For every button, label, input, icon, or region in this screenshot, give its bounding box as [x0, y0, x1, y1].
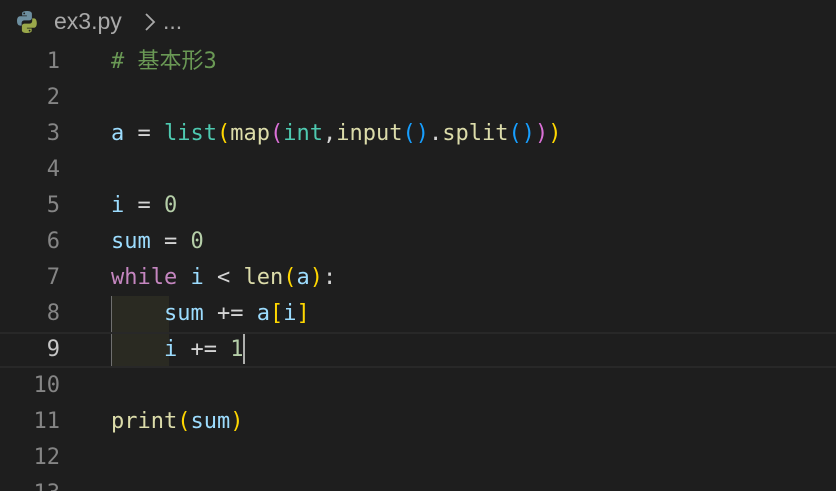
bracket-token: ( — [269, 121, 284, 146]
line-content: i += 1 — [111, 333, 246, 370]
operator-token: = — [150, 229, 191, 254]
bracket-token: ( — [283, 265, 297, 290]
variable-token: sum — [190, 409, 231, 434]
indent-token — [111, 337, 164, 362]
line-content: # 基本形3 — [111, 44, 217, 80]
bracket-token: [ — [269, 301, 284, 326]
line-number: 10 — [33, 373, 61, 398]
line-content: sum = 0 — [111, 224, 204, 260]
line-content: while i < len(a): — [111, 260, 336, 296]
function-token: map — [230, 121, 270, 146]
function-token: split — [442, 121, 509, 146]
builtin-token: list — [164, 121, 217, 146]
code-line[interactable]: 5 i = 0 — [0, 188, 836, 224]
line-number: 8 — [46, 301, 60, 326]
variable-token: a — [111, 121, 125, 146]
code-line[interactable]: 10 — [0, 368, 836, 404]
line-content: print(sum) — [111, 404, 243, 440]
bracket-token: ( — [508, 121, 522, 146]
line-number: 9 — [46, 337, 60, 362]
bracket-token: ] — [296, 301, 310, 326]
line-number: 3 — [46, 121, 60, 146]
python-icon — [17, 11, 37, 33]
keyword-token: while — [111, 265, 178, 290]
code-line[interactable]: 2 — [0, 80, 836, 116]
line-content: i = 0 — [111, 188, 177, 224]
line-content: sum += a[i] — [111, 296, 310, 332]
number-token: 0 — [164, 193, 178, 218]
text-cursor — [243, 333, 246, 364]
line-number: 7 — [46, 265, 60, 290]
line-number: 5 — [46, 193, 60, 218]
bracket-token: ( — [216, 121, 231, 146]
line-number: 6 — [46, 229, 60, 254]
bracket-token: ) — [534, 121, 549, 146]
number-token: 1 — [230, 337, 244, 362]
function-token: input — [336, 121, 403, 146]
code-line[interactable]: 11 print(sum) — [0, 404, 836, 440]
bracket-token: ) — [548, 121, 562, 146]
variable-token: a — [256, 301, 270, 326]
function-token: len — [243, 265, 284, 290]
line-number: 2 — [46, 85, 60, 110]
operator-token: < — [203, 265, 244, 290]
bracket-token: ) — [521, 121, 535, 146]
variable-token: i — [111, 193, 125, 218]
variable-token: a — [296, 265, 310, 290]
breadcrumb-more[interactable]: ... — [163, 8, 182, 35]
code-line[interactable]: 7 while i < len(a): — [0, 260, 836, 296]
current-code-line[interactable]: 9 i += 1 — [0, 332, 836, 368]
code-editor[interactable]: ex3.py ... 1 # 基本形3 2 3 a = list(map(int… — [0, 0, 836, 491]
breadcrumb: ex3.py ... — [0, 0, 836, 44]
code-line[interactable]: 3 a = list(map(int,input().split())) — [0, 116, 836, 152]
code-line[interactable]: 1 # 基本形3 — [0, 44, 836, 80]
breadcrumb-filename[interactable]: ex3.py — [54, 8, 122, 35]
code-line[interactable]: 12 — [0, 440, 836, 476]
bracket-token: ( — [177, 409, 191, 434]
variable-token: i — [283, 301, 297, 326]
code-line[interactable]: 13 — [0, 476, 836, 491]
bracket-token: ( — [402, 121, 416, 146]
line-number: 13 — [0, 476, 61, 491]
line-number: 4 — [46, 157, 60, 182]
bracket-token: ) — [415, 121, 429, 146]
operator-token: : — [322, 265, 337, 290]
bracket-token: ) — [230, 409, 244, 434]
variable-token: sum — [111, 229, 151, 254]
variable-token: sum — [163, 301, 204, 326]
function-token: print — [111, 409, 178, 434]
builtin-token: int — [283, 121, 323, 146]
operator-token: = — [124, 121, 164, 146]
code-line[interactable]: 4 — [0, 152, 836, 188]
variable-token: i — [190, 265, 204, 290]
line-number: 1 — [46, 49, 60, 74]
operator-token: . — [428, 121, 443, 146]
bracket-token: ) — [309, 265, 323, 290]
operator-token: += — [177, 337, 231, 362]
comment-token: # 基本形3 — [111, 49, 217, 74]
line-number: 12 — [33, 445, 61, 470]
indent-token — [111, 301, 164, 326]
operator-token: = — [124, 193, 164, 218]
number-token: 0 — [190, 229, 204, 254]
variable-token: i — [163, 337, 178, 362]
operator-token: , — [322, 121, 337, 146]
line-number: 11 — [33, 409, 61, 434]
chevron-right-icon — [145, 13, 156, 31]
operator-token: += — [203, 301, 257, 326]
code-line[interactable]: 6 sum = 0 — [0, 224, 836, 260]
line-content: a = list(map(int,input().split())) — [111, 116, 561, 152]
code-line[interactable]: 8 sum += a[i] — [0, 296, 836, 332]
